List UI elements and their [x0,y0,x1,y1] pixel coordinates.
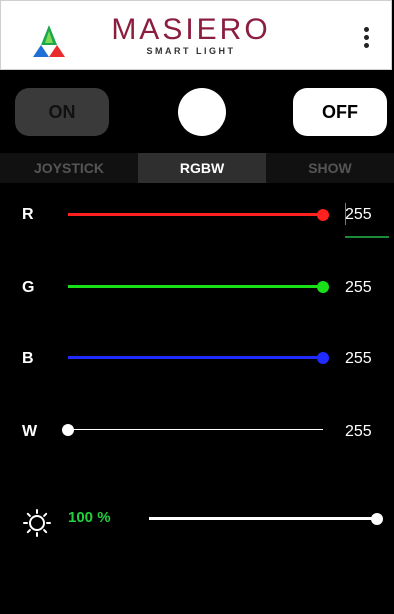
on-button[interactable]: ON [15,88,109,136]
slider-thumb-b[interactable] [317,351,329,364]
slider-track-g[interactable] [68,280,329,293]
overflow-menu-icon[interactable] [359,27,373,49]
channel-label-r: R [22,206,34,223]
brightness-percent: 100 % [68,509,111,526]
channel-value-g[interactable]: 255 [345,279,372,297]
channel-value-b[interactable]: 255 [345,350,372,368]
brightness-slider-thumb[interactable] [371,512,383,525]
brand: MASIERO SMART LIGHT [111,15,271,57]
slider-thumb-r[interactable] [317,208,329,221]
logo-icon [33,25,65,57]
channel-label-g: G [22,279,35,296]
tab-show[interactable]: SHOW [266,153,394,183]
off-button[interactable]: OFF [293,88,387,136]
tab-rgbw[interactable]: RGBW [138,153,266,183]
slider-track-w[interactable] [62,423,323,436]
sun-icon [23,509,51,537]
channel-value-w[interactable]: 255 [345,423,372,441]
input-underline [345,236,389,238]
brand-title: MASIERO [111,13,271,46]
slider-thumb-w[interactable] [62,423,74,436]
channel-label-w: W [22,423,38,440]
brand-subtitle: SMART LIGHT [146,46,236,56]
channel-value-r[interactable]: 255 [345,206,372,224]
light-color-indicator [178,88,226,136]
slider-track-r[interactable] [68,208,329,221]
slider-track-b[interactable] [68,351,329,364]
app-bar: MASIERO SMART LIGHT [0,0,392,70]
channel-label-b: B [22,350,34,367]
brightness-slider-track[interactable] [149,512,383,525]
mode-tabs: JOYSTICK RGBW SHOW [0,153,394,183]
tab-joystick[interactable]: JOYSTICK [0,153,138,183]
slider-thumb-g[interactable] [317,280,329,293]
